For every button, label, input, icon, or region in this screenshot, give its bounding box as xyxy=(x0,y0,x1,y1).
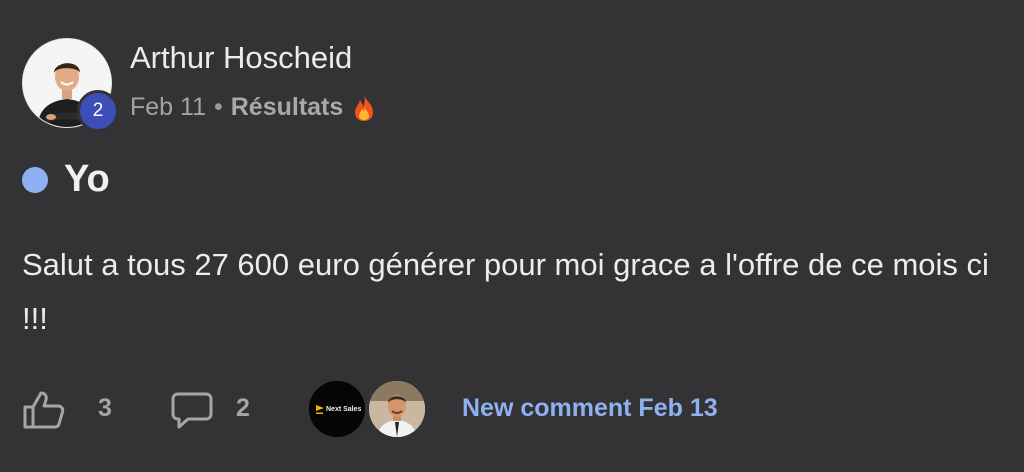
commenter-avatar-person[interactable] xyxy=(369,381,425,437)
commenter-avatar-next-sales[interactable]: Next Sales xyxy=(309,381,365,437)
meta-separator: • xyxy=(213,93,223,121)
post-title-row[interactable]: Yo xyxy=(22,158,110,201)
post-category[interactable]: Résultats xyxy=(231,93,344,122)
post-body[interactable]: Salut a tous 27 600 euro générer pour mo… xyxy=(22,238,1002,346)
level-badge: 2 xyxy=(77,90,119,132)
author-name[interactable]: Arthur Hoscheid xyxy=(130,40,352,76)
author-avatar-wrap[interactable]: 2 xyxy=(22,38,119,132)
comment-count: 2 xyxy=(236,394,250,422)
fire-icon xyxy=(351,94,377,122)
like-button[interactable] xyxy=(22,390,66,430)
post-title[interactable]: Yo xyxy=(64,158,110,201)
comment-icon xyxy=(171,392,213,429)
next-sales-logo-text: Next Sales xyxy=(326,406,362,413)
post-meta: Feb 11 • Résultats xyxy=(130,93,377,122)
post-actions: 3 2 Next Sales New comment Feb 13 xyxy=(22,380,1002,438)
post-date[interactable]: Feb 11 xyxy=(130,93,206,122)
comment-button[interactable] xyxy=(170,390,214,430)
thumbs-up-icon xyxy=(23,391,65,429)
like-count: 3 xyxy=(98,394,112,422)
post-card[interactable]: 2 Arthur Hoscheid Feb 11 • Résultats Yo … xyxy=(0,0,1024,472)
unread-dot xyxy=(22,166,48,193)
new-comment-link[interactable]: New comment Feb 13 xyxy=(462,394,718,423)
